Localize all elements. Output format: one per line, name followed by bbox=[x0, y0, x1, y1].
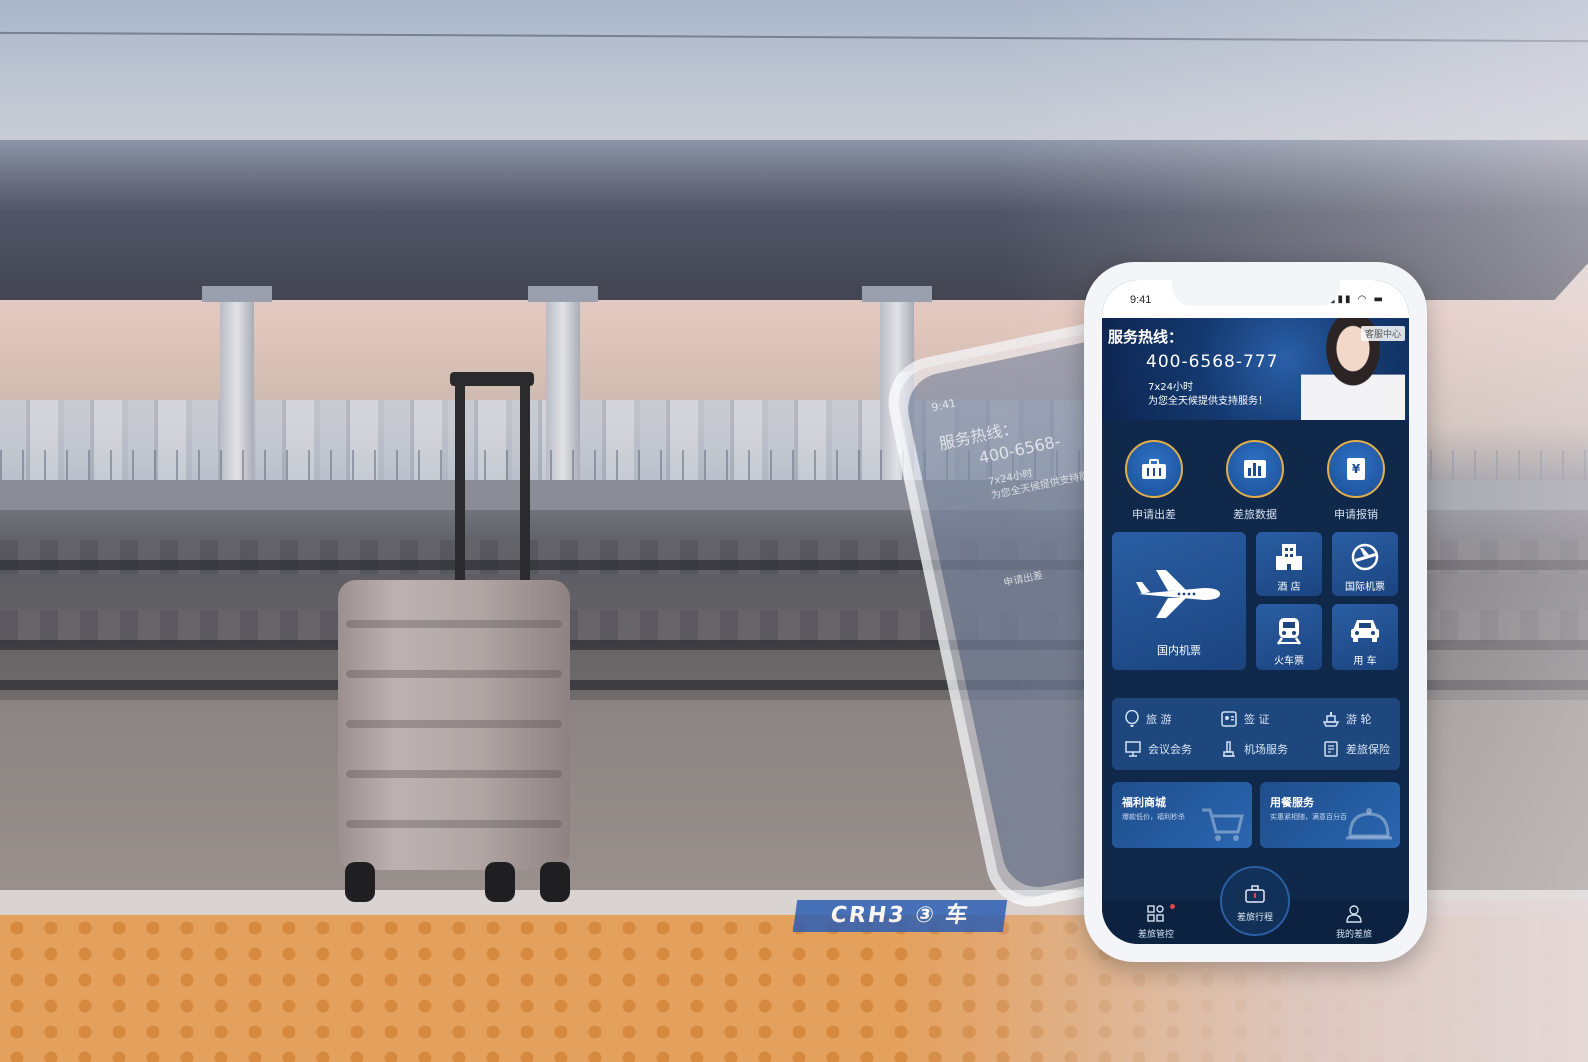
cruise-service[interactable]: 游 轮 bbox=[1322, 710, 1372, 728]
welfare-mall-title: 福利商城 bbox=[1122, 796, 1166, 809]
ship-icon bbox=[1322, 712, 1340, 727]
domestic-flight-tile[interactable]: 国内机票 bbox=[1112, 532, 1246, 670]
phone-notch bbox=[1172, 280, 1340, 306]
insurance-label: 差旅保险 bbox=[1346, 743, 1390, 756]
ghost-apply-trip: 申请出差 bbox=[1002, 570, 1045, 590]
suitcase-handle-rod bbox=[520, 380, 530, 590]
suitcase-wheel bbox=[345, 862, 375, 902]
tour-service[interactable]: 旅 游 bbox=[1124, 710, 1172, 728]
visa-label: 签 证 bbox=[1244, 713, 1270, 726]
dining-service-sub: 实惠紧相随，满意百分百 bbox=[1270, 813, 1347, 821]
pillar-cap bbox=[528, 286, 598, 302]
user-icon bbox=[1346, 905, 1362, 923]
pillar-cap bbox=[202, 286, 272, 302]
banner-hours: 7x24小时 bbox=[1148, 382, 1194, 393]
hotel-icon bbox=[1256, 542, 1322, 572]
hotline-banner[interactable]: 服务热线： 400-6568-777 7x24小时 为您全天候提供支持服务！ 客… bbox=[1102, 318, 1409, 420]
cloche-icon bbox=[1346, 808, 1392, 840]
car-tile[interactable]: 用 车 bbox=[1332, 604, 1398, 670]
suitcase-wheel bbox=[485, 862, 515, 902]
tab-itinerary-label: 差旅行程 bbox=[1236, 913, 1273, 923]
apply-trip-button[interactable]: 申请出差 bbox=[1109, 440, 1199, 522]
intl-flight-tile[interactable]: 国际机票 bbox=[1332, 532, 1398, 596]
status-time: 9:41 bbox=[1130, 294, 1152, 306]
globe-plane-icon bbox=[1332, 542, 1398, 572]
car-icon bbox=[1332, 616, 1398, 644]
hotline-number[interactable]: 400-6568-777 bbox=[1146, 352, 1278, 372]
dining-service-title: 用餐服务 bbox=[1270, 796, 1314, 809]
banner-title: 服务热线： bbox=[1108, 328, 1184, 346]
airport-service[interactable]: 机场服务 bbox=[1220, 740, 1288, 758]
suitcase-wheel bbox=[540, 862, 570, 902]
tab-itinerary[interactable]: 差旅行程 bbox=[1220, 866, 1290, 936]
tab-my-travel[interactable]: 我的差旅 bbox=[1314, 904, 1394, 940]
tab-my-travel-label: 我的差旅 bbox=[1335, 930, 1372, 940]
ghost-time: 9:41 bbox=[930, 396, 958, 415]
service-center-badge[interactable]: 客服中心 bbox=[1360, 326, 1405, 341]
tab-travel-control[interactable]: 差旅管控 bbox=[1116, 904, 1196, 940]
train-tile[interactable]: 火车票 bbox=[1256, 604, 1322, 670]
yen-receipt-icon: ¥ bbox=[1327, 440, 1385, 498]
apply-reimbursement-button[interactable]: ¥ 申请报销 bbox=[1311, 440, 1401, 522]
suitcase-ridge bbox=[346, 720, 562, 728]
briefcase-icon bbox=[1125, 440, 1183, 498]
domestic-flight-label: 国内机票 bbox=[1157, 644, 1201, 657]
hotel-label: 酒 店 bbox=[1277, 582, 1301, 593]
suitcase-ridge bbox=[346, 620, 562, 628]
cruise-label: 游 轮 bbox=[1346, 713, 1372, 726]
insurance-icon bbox=[1324, 741, 1338, 757]
services-panel: 旅 游 签 证 游 轮 会议会务 机场服务 差旅保险 bbox=[1112, 698, 1400, 770]
suitcase-ridge bbox=[346, 820, 562, 828]
status-icons: ▮▮▮ ◠ ▬ bbox=[1329, 294, 1385, 305]
presentation-icon bbox=[1125, 741, 1141, 757]
train-label: 火车票 bbox=[1274, 656, 1304, 667]
suitcase-handle-rod bbox=[455, 380, 465, 590]
meeting-label: 会议会务 bbox=[1148, 743, 1192, 756]
apply-reimbursement-label: 申请报销 bbox=[1334, 508, 1378, 521]
insurance-service[interactable]: 差旅保险 bbox=[1322, 740, 1390, 758]
notification-dot bbox=[1170, 904, 1175, 909]
intl-flight-label: 国际机票 bbox=[1345, 582, 1385, 593]
travel-data-button[interactable]: 差旅数据 bbox=[1210, 440, 1300, 522]
apply-trip-label: 申请出差 bbox=[1132, 508, 1176, 521]
platform-sign: CRH3 ③ 车 bbox=[792, 900, 1008, 932]
dining-service-card[interactable]: 用餐服务 实惠紧相随，满意百分百 bbox=[1260, 782, 1400, 848]
hotel-tile[interactable]: 酒 店 bbox=[1256, 532, 1322, 596]
meeting-service[interactable]: 会议会务 bbox=[1124, 740, 1192, 758]
visa-service[interactable]: 签 证 bbox=[1220, 710, 1270, 728]
shopping-cart-icon bbox=[1202, 808, 1244, 841]
suitcase-ridge bbox=[346, 770, 562, 778]
suitcase-ridge bbox=[346, 670, 562, 678]
tour-label: 旅 游 bbox=[1146, 713, 1172, 726]
suitcase-icon bbox=[1245, 885, 1265, 903]
travel-data-label: 差旅数据 bbox=[1233, 508, 1277, 521]
car-label: 用 车 bbox=[1353, 656, 1377, 667]
grid-icon bbox=[1147, 905, 1164, 922]
balloon-icon bbox=[1125, 710, 1139, 727]
phone-screen: 9:41 ▮▮▮ ◠ ▬ 服务热线： 400-6568-777 7x24小时 为… bbox=[1102, 280, 1409, 944]
airplane-icon bbox=[1112, 568, 1246, 620]
passport-icon bbox=[1221, 711, 1237, 727]
welfare-mall-sub: 爆款低价，福利秒杀 bbox=[1122, 813, 1185, 821]
tab-travel-control-label: 差旅管控 bbox=[1137, 930, 1174, 940]
airport-label: 机场服务 bbox=[1244, 743, 1288, 756]
welfare-mall-card[interactable]: 福利商城 爆款低价，福利秒杀 bbox=[1112, 782, 1252, 848]
banner-desc: 为您全天候提供支持服务！ bbox=[1148, 396, 1268, 407]
pillar-cap bbox=[862, 286, 932, 302]
bar-chart-icon bbox=[1226, 440, 1284, 498]
train-icon bbox=[1256, 616, 1322, 646]
phone-mockup: 9:41 ▮▮▮ ◠ ▬ 服务热线： 400-6568-777 7x24小时 为… bbox=[1084, 262, 1427, 962]
airport-icon bbox=[1223, 741, 1235, 757]
svg-text:¥: ¥ bbox=[1352, 462, 1361, 476]
